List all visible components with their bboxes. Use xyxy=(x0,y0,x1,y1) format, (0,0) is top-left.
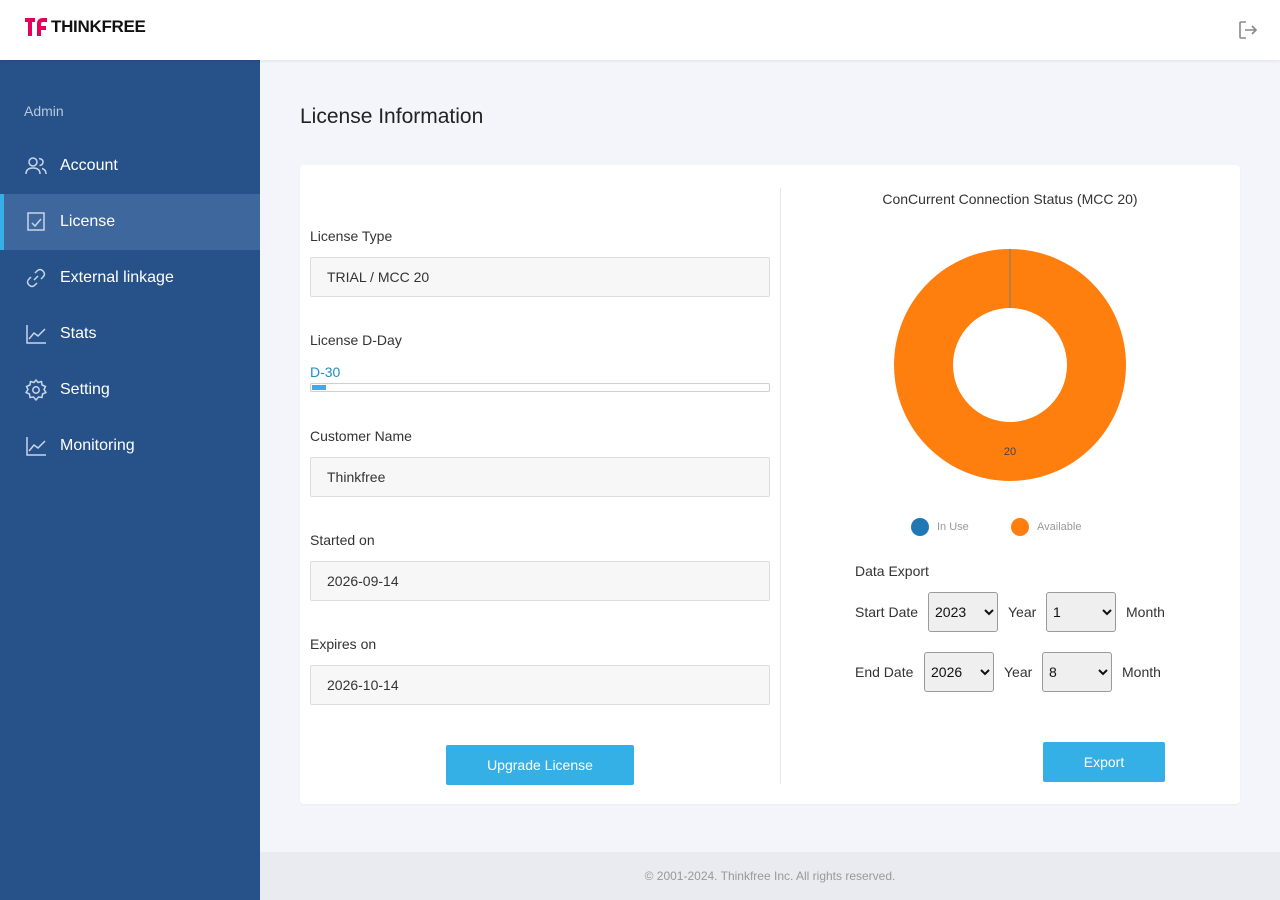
sidebar-item-label: Monitoring xyxy=(60,437,135,454)
license-dday-progress-fill xyxy=(312,385,326,390)
data-export-title: Data Export xyxy=(855,563,929,579)
sidebar-item-label: Setting xyxy=(60,381,110,398)
users-icon xyxy=(25,157,47,175)
expires-on-field: 2026-10-14 xyxy=(310,665,770,705)
sidebar-item-external-linkage[interactable]: External linkage xyxy=(0,250,260,306)
logout-button[interactable] xyxy=(1237,19,1259,41)
expires-on-label: Expires on xyxy=(310,636,377,652)
legend-item-available: Available xyxy=(1011,518,1081,536)
sidebar-section-label: Admin xyxy=(24,103,64,119)
sidebar-item-monitoring[interactable]: Monitoring xyxy=(0,418,260,474)
legend-label: In Use xyxy=(937,521,969,533)
footer: © 2001-2024. Thinkfree Inc. All rights r… xyxy=(260,852,1280,900)
thinkfree-logo-icon xyxy=(25,18,47,36)
customer-name-label: Customer Name xyxy=(310,428,412,444)
end-year-label: Year xyxy=(1004,664,1033,680)
sidebar-item-account[interactable]: Account xyxy=(0,138,260,194)
license-type-field: TRIAL / MCC 20 xyxy=(310,257,770,297)
logout-icon xyxy=(1239,21,1258,39)
end-date-label: End Date xyxy=(855,664,914,680)
thinkfree-logo[interactable]: THINKFREE xyxy=(24,16,146,38)
upgrade-license-button[interactable]: Upgrade License xyxy=(446,745,634,785)
footer-copyright: © 2001-2024. Thinkfree Inc. All rights r… xyxy=(644,869,896,883)
license-dday-label: License D-Day xyxy=(310,332,402,348)
column-divider xyxy=(780,188,781,784)
brand-name: THINKFREE xyxy=(51,17,146,36)
end-year-select[interactable]: 2026 xyxy=(924,652,994,692)
donut-data-label: 20 xyxy=(1004,446,1016,458)
sidebar-item-label: Account xyxy=(60,157,118,174)
sidebar-item-license[interactable]: License xyxy=(0,194,260,250)
sidebar-item-stats[interactable]: Stats xyxy=(0,306,260,362)
license-icon xyxy=(27,212,45,231)
legend-item-in-use: In Use xyxy=(911,518,969,536)
legend-label: Available xyxy=(1037,521,1082,533)
end-month-label: Month xyxy=(1122,664,1161,680)
customer-name-field: Thinkfree xyxy=(310,457,770,497)
start-year-label: Year xyxy=(1008,604,1037,620)
legend-swatch-in-use xyxy=(911,518,929,536)
link-icon xyxy=(26,268,46,288)
export-button[interactable]: Export xyxy=(1043,742,1165,782)
line-chart-icon xyxy=(26,437,46,456)
sidebar: Admin Account License External linkage S… xyxy=(0,60,260,900)
started-on-label: Started on xyxy=(310,532,375,548)
end-month-select[interactable]: 8 xyxy=(1042,652,1112,692)
license-dday-value: D-30 xyxy=(310,364,341,380)
page-title: License Information xyxy=(300,105,484,128)
sidebar-item-label: External linkage xyxy=(60,269,174,286)
gear-icon xyxy=(25,379,47,401)
sidebar-item-setting[interactable]: Setting xyxy=(0,362,260,418)
license-type-label: License Type xyxy=(310,228,393,244)
start-year-select[interactable]: 2023 xyxy=(928,592,998,632)
sidebar-item-label: Stats xyxy=(60,325,97,342)
start-month-label: Month xyxy=(1126,604,1165,620)
sidebar-item-label: License xyxy=(60,213,116,230)
chart-title: ConCurrent Connection Status (MCC 20) xyxy=(882,191,1138,207)
start-month-select[interactable]: 1 xyxy=(1046,592,1116,632)
started-on-field: 2026-09-14 xyxy=(310,561,770,601)
connection-donut-chart: 20 xyxy=(894,249,1126,481)
license-card: License Type TRIAL / MCC 20 License D-Da… xyxy=(300,165,1240,804)
start-date-label: Start Date xyxy=(855,604,919,620)
legend-swatch-available xyxy=(1011,518,1029,536)
line-chart-icon xyxy=(26,325,46,344)
license-dday-progress xyxy=(310,383,770,392)
top-bar: THINKFREE xyxy=(0,0,1280,60)
